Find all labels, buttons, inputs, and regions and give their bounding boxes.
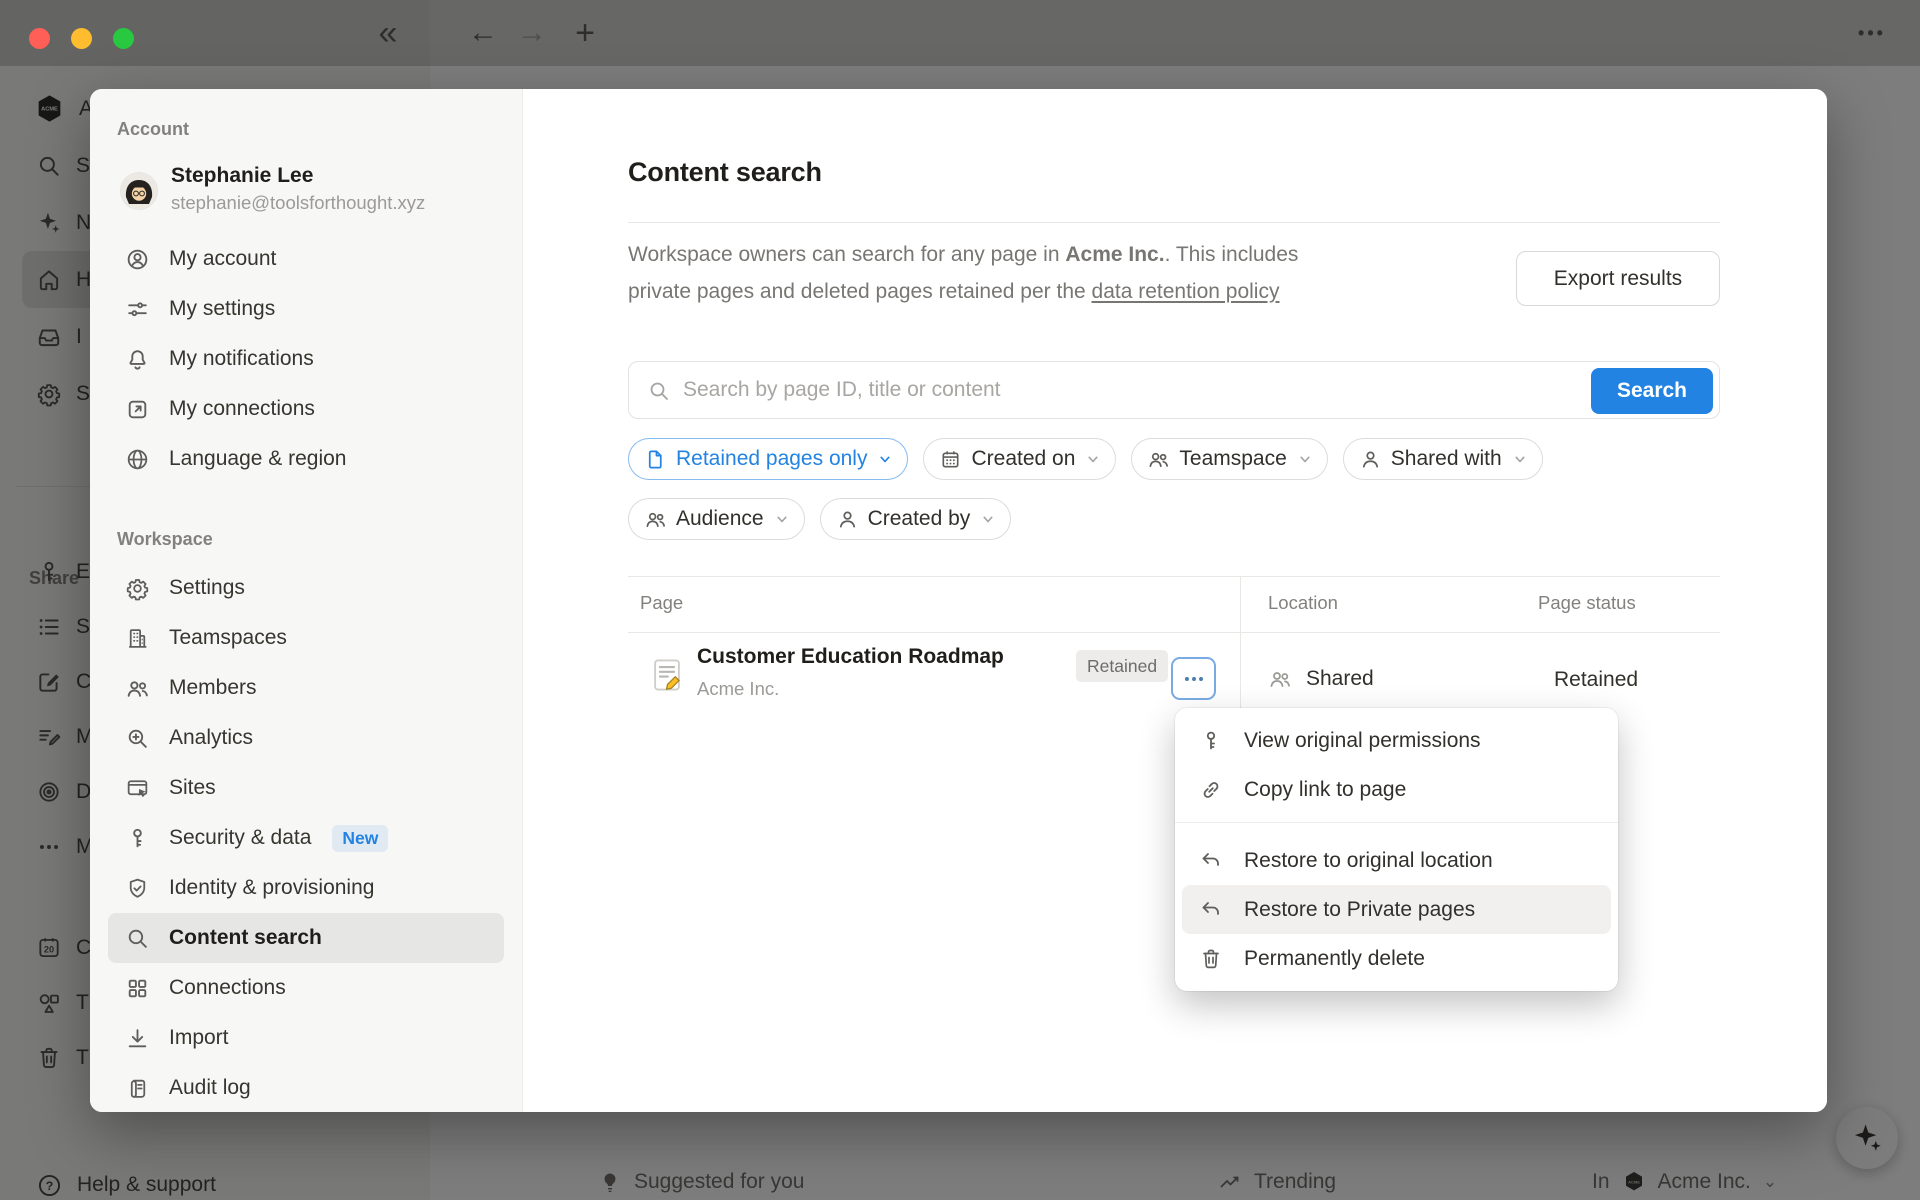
account-section-heading: Account [117, 119, 189, 140]
sidebar-item-sites[interactable]: Sites [108, 763, 504, 813]
retained-badge: Retained [1076, 650, 1168, 682]
minimize-window-button[interactable] [71, 28, 92, 49]
search-plus-icon [125, 726, 150, 751]
sidebar-item-identity-provisioning[interactable]: Identity & provisioning [108, 863, 504, 913]
close-window-button[interactable] [29, 28, 50, 49]
menu-item-restore-original-location[interactable]: Restore to original location [1182, 836, 1611, 885]
scroll-icon [125, 1076, 150, 1101]
sidebar-item-import[interactable]: Import [108, 1013, 504, 1063]
undo-icon [1199, 898, 1223, 922]
workspace-section-heading: Workspace [117, 529, 213, 550]
menu-item-permanently-delete[interactable]: Permanently delete [1182, 934, 1611, 983]
table-column-divider [1240, 576, 1241, 723]
people-icon [1268, 667, 1292, 691]
column-header-page-status: Page status [1538, 592, 1636, 614]
dots-icon [1181, 666, 1207, 692]
building-icon [125, 626, 150, 651]
share-box-icon [125, 397, 150, 422]
sidebar-item-content-search[interactable]: Content search [108, 913, 504, 963]
chevron-down-icon [1295, 449, 1315, 469]
chevron-down-icon [978, 509, 998, 529]
sidebar-item-analytics[interactable]: Analytics [108, 713, 504, 763]
workspace-name: Acme Inc. [1065, 243, 1164, 266]
person-icon [1359, 448, 1382, 471]
menu-item-copy-link[interactable]: Copy link to page [1182, 765, 1611, 814]
content-search-bar: Search [628, 361, 1720, 419]
sidebar-item-members[interactable]: Members [108, 663, 504, 713]
row-context-menu: View original permissions Copy link to p… [1175, 708, 1618, 991]
new-badge: New [332, 825, 388, 852]
undo-icon [1199, 849, 1223, 873]
title-divider [628, 222, 1720, 223]
location-cell: Shared [1268, 667, 1374, 691]
sliders-icon [125, 297, 150, 322]
page-row-title[interactable]: Customer Education Roadmap [697, 645, 1004, 669]
person-circle-icon [125, 247, 150, 272]
filter-chip-retained-pages-only[interactable]: Retained pages only [628, 438, 908, 480]
sidebar-item-my-account[interactable]: My account [108, 234, 504, 284]
user-name: Stephanie Lee [171, 164, 313, 188]
page-row-workspace: Acme Inc. [697, 678, 779, 700]
calendar-icon [939, 448, 962, 471]
traffic-lights [29, 28, 134, 49]
search-icon [647, 379, 671, 403]
grid-icon [125, 976, 150, 1001]
filter-chip-teamspace[interactable]: Teamspace [1131, 438, 1327, 480]
globe-icon [125, 447, 150, 472]
filter-chip-created-by[interactable]: Created by [820, 498, 1012, 540]
sidebar-item-security-data[interactable]: Security & data New [108, 813, 504, 863]
user-email: stephanie@toolsforthought.xyz [171, 192, 425, 214]
people-icon [644, 508, 667, 531]
people-icon [1147, 448, 1170, 471]
sidebar-item-my-settings[interactable]: My settings [108, 284, 504, 334]
menu-divider [1175, 822, 1618, 823]
chevron-down-icon [772, 509, 792, 529]
page-description: Workspace owners can search for any page… [628, 236, 1298, 310]
sidebar-item-connections[interactable]: Connections [108, 963, 504, 1013]
doc-icon [644, 448, 667, 471]
search-button[interactable]: Search [1591, 368, 1713, 414]
table-top-divider [628, 576, 1720, 577]
sidebar-item-audit-log[interactable]: Audit log [108, 1063, 504, 1112]
data-retention-policy-link[interactable]: data retention policy [1092, 280, 1280, 303]
column-header-location: Location [1268, 592, 1338, 614]
filter-chip-shared-with[interactable]: Shared with [1343, 438, 1543, 480]
key-icon [125, 826, 150, 851]
filter-chip-created-on[interactable]: Created on [923, 438, 1116, 480]
zoom-window-button[interactable] [113, 28, 134, 49]
account-user-row[interactable]: Stephanie Lee stephanie@toolsforthought.… [90, 164, 523, 226]
settings-sidebar: Account Stephanie Lee stephanie@toolsfor… [90, 89, 523, 1112]
gear-icon [125, 576, 150, 601]
window-cursor-icon [125, 776, 150, 801]
page-status-cell: Retained [1554, 668, 1638, 692]
person-icon [836, 508, 859, 531]
menu-item-view-original-permissions[interactable]: View original permissions [1182, 716, 1611, 765]
shield-check-icon [125, 876, 150, 901]
search-input[interactable] [683, 363, 1563, 417]
trash-icon [1199, 947, 1223, 971]
sidebar-item-language-region[interactable]: Language & region [108, 434, 504, 484]
table-header-divider [628, 632, 1720, 633]
download-icon [125, 1026, 150, 1051]
link-icon [1199, 778, 1223, 802]
chevron-down-icon [875, 449, 895, 469]
search-icon [125, 926, 150, 951]
sidebar-item-my-notifications[interactable]: My notifications [108, 334, 504, 384]
bell-icon [125, 347, 150, 372]
sidebar-item-settings[interactable]: Settings [108, 563, 504, 613]
people-icon [125, 676, 150, 701]
row-more-button[interactable] [1171, 657, 1216, 700]
chevron-down-icon [1083, 449, 1103, 469]
sidebar-item-my-connections[interactable]: My connections [108, 384, 504, 434]
menu-item-restore-private-pages[interactable]: Restore to Private pages [1182, 885, 1611, 934]
sidebar-item-teamspaces[interactable]: Teamspaces [108, 613, 504, 663]
memo-page-icon [648, 656, 686, 694]
column-header-page: Page [640, 592, 683, 614]
page-title: Content search [628, 157, 822, 188]
filter-chip-audience[interactable]: Audience [628, 498, 805, 540]
avatar [121, 173, 157, 209]
key-icon [1199, 729, 1223, 753]
chevron-down-icon [1510, 449, 1530, 469]
export-results-button[interactable]: Export results [1516, 251, 1720, 306]
